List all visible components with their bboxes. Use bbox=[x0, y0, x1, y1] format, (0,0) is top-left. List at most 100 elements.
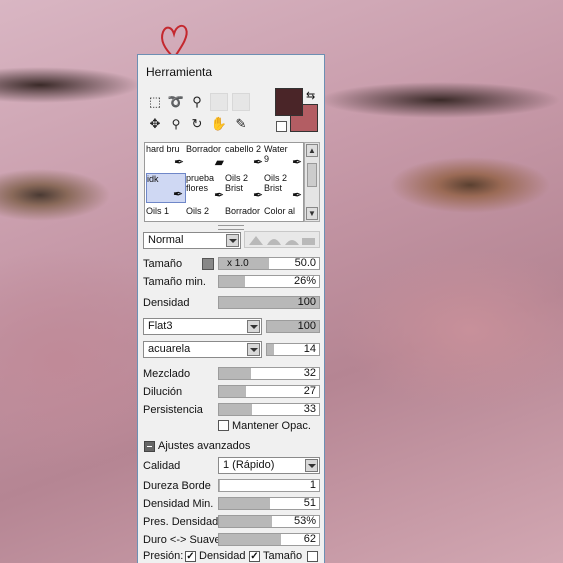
min-size-slider[interactable]: 26% bbox=[218, 275, 320, 288]
brush-shape-icons bbox=[249, 236, 315, 245]
brush-cell[interactable]: prueba flores ✒ bbox=[186, 173, 226, 203]
pressure-extra-checkbox[interactable] bbox=[307, 551, 318, 562]
keep-opacity-label: Mantener Opac. bbox=[232, 420, 311, 432]
empty-tool-slot bbox=[210, 93, 228, 111]
reset-colors-icon[interactable] bbox=[276, 121, 287, 132]
chevron-down-icon bbox=[247, 343, 260, 356]
blend-mode-value: Normal bbox=[148, 234, 184, 246]
brush-label: Water 9 bbox=[264, 144, 288, 164]
brush-icon: ✒ bbox=[213, 188, 224, 202]
mixing-label: Mezclado bbox=[143, 368, 191, 380]
brush-cell[interactable]: cabello 2 ✒ bbox=[225, 144, 265, 170]
brush-cell[interactable]: Color al bbox=[264, 206, 304, 220]
edge-hardness-value: 1 bbox=[309, 479, 316, 491]
edge-hardness-slider[interactable]: 1 bbox=[218, 479, 320, 492]
main-color-swatch[interactable] bbox=[275, 88, 303, 116]
keep-opacity-checkbox[interactable] bbox=[218, 420, 229, 431]
min-density-slider[interactable]: 51 bbox=[218, 497, 320, 510]
dilution-value: 27 bbox=[303, 385, 316, 397]
pressure-density-checkbox[interactable]: ✓ bbox=[185, 551, 196, 562]
tool-panel: Herramienta ⬚ ➰ ⚲ ✥ ⚲ ↻ ✋ ✎ ⇆ hard bru ✒ … bbox=[137, 54, 325, 563]
brush-label: Borrador bbox=[186, 144, 222, 154]
size-value: 50.0 bbox=[294, 257, 316, 269]
brush-cell[interactable]: Oils 2 Brist ✒ bbox=[225, 173, 265, 203]
quality-select[interactable]: 1 (Rápido) bbox=[218, 457, 320, 474]
quality-value: 1 (Rápido) bbox=[223, 459, 275, 471]
brush-label: Oils 1 bbox=[146, 206, 170, 216]
blend-mode-select[interactable]: Normal bbox=[143, 232, 241, 249]
brush-scrollbar[interactable]: ▲ ▼ bbox=[304, 142, 320, 222]
brush-label: Oils 2 Brist bbox=[264, 173, 288, 193]
empty-tool-slot bbox=[232, 93, 250, 111]
paper-select[interactable]: acuarela bbox=[143, 341, 262, 358]
brush-cell[interactable]: Borrador ▰ bbox=[186, 144, 226, 170]
pressure-size-checkbox[interactable]: ✓ bbox=[249, 551, 260, 562]
hard-soft-value: 62 bbox=[303, 533, 316, 545]
texture-select[interactable]: Flat3 bbox=[143, 318, 262, 335]
brush-cell[interactable]: Oils 1 bbox=[146, 206, 186, 220]
brush-icon: ✒ bbox=[173, 155, 184, 169]
lasso-icon[interactable]: ➰ bbox=[167, 93, 185, 111]
scroll-thumb[interactable] bbox=[307, 163, 317, 187]
paper-name: acuarela bbox=[148, 343, 191, 355]
brush-label: cabello 2 bbox=[225, 144, 262, 154]
min-size-label: Tamaño min. bbox=[143, 276, 206, 288]
brush-icon: ✒ bbox=[252, 155, 263, 169]
hard-soft-slider[interactable]: 62 bbox=[218, 533, 320, 546]
magic-wand-icon[interactable]: ⚲ bbox=[188, 93, 206, 111]
brush-cell[interactable]: Oils 2 Brist ✒ bbox=[264, 173, 304, 203]
scroll-up-icon[interactable]: ▲ bbox=[306, 144, 318, 157]
brush-label: Oils 2 bbox=[186, 206, 210, 216]
texture-strength-slider[interactable]: 100 bbox=[266, 320, 320, 333]
brush-label: idk bbox=[147, 174, 159, 184]
density-label: Densidad bbox=[143, 297, 190, 309]
scroll-down-icon[interactable]: ▼ bbox=[306, 207, 318, 220]
size-multiplier-toggle[interactable] bbox=[202, 258, 214, 270]
brush-icon: ✒ bbox=[252, 188, 263, 202]
swap-colors-icon[interactable]: ⇆ bbox=[306, 89, 315, 102]
panel-title: Herramienta bbox=[146, 65, 213, 79]
pressure-label: Presión: bbox=[143, 550, 184, 562]
select-rect-icon[interactable]: ⬚ bbox=[146, 93, 164, 111]
paper-strength-slider[interactable]: 14 bbox=[266, 343, 320, 356]
brush-cell[interactable]: Borrador bbox=[225, 206, 265, 220]
min-density-value: 51 bbox=[303, 497, 316, 509]
density-slider[interactable]: 100 bbox=[218, 296, 320, 309]
brush-cell-selected[interactable]: idk ✒ bbox=[146, 173, 186, 203]
pressure-size-chk-label: Tamaño bbox=[263, 550, 303, 562]
edge-hardness-label: Dureza Borde bbox=[143, 480, 211, 492]
chevron-down-icon bbox=[247, 320, 260, 333]
chevron-down-icon bbox=[305, 459, 318, 472]
persistence-label: Persistencia bbox=[143, 404, 203, 416]
size-label: Tamaño bbox=[143, 258, 183, 270]
mixing-value: 32 bbox=[303, 367, 316, 379]
brush-cell[interactable]: hard bru ✒ bbox=[146, 144, 186, 170]
brush-icon: ✒ bbox=[291, 155, 302, 169]
zoom-icon[interactable]: ⚲ bbox=[167, 115, 185, 133]
brush-cell[interactable]: Water 9 ✒ bbox=[264, 144, 304, 170]
move-icon[interactable]: ✥ bbox=[146, 115, 164, 133]
brush-label: hard bru bbox=[146, 144, 180, 154]
density-value: 100 bbox=[297, 296, 316, 308]
eyedropper-icon[interactable]: ✎ bbox=[232, 115, 250, 133]
persistence-value: 33 bbox=[303, 403, 316, 415]
mixing-slider[interactable]: 32 bbox=[218, 367, 320, 380]
min-density-label: Densidad Min. bbox=[143, 498, 214, 510]
chevron-down-icon bbox=[226, 234, 239, 247]
collapse-icon[interactable] bbox=[144, 441, 155, 452]
persistence-slider[interactable]: 33 bbox=[218, 403, 320, 416]
size-multiplier: x 1.0 bbox=[227, 258, 249, 269]
texture-value: 100 bbox=[297, 320, 316, 332]
dilution-label: Dilución bbox=[143, 386, 183, 398]
size-slider[interactable]: x 1.0 50.0 bbox=[218, 257, 320, 270]
panel-resize-grip[interactable] bbox=[218, 225, 244, 230]
hand-icon[interactable]: ✋ bbox=[210, 115, 228, 133]
advanced-settings-header[interactable]: Ajustes avanzados bbox=[158, 440, 250, 452]
rotate-icon[interactable]: ↻ bbox=[188, 115, 206, 133]
eraser-icon: ▰ bbox=[214, 155, 224, 169]
brush-cell[interactable]: Oils 2 bbox=[186, 206, 226, 220]
brush-label: Oils 2 Brist bbox=[225, 173, 249, 193]
pressure-density-slider[interactable]: 53% bbox=[218, 515, 320, 528]
texture-name: Flat3 bbox=[148, 320, 173, 332]
dilution-slider[interactable]: 27 bbox=[218, 385, 320, 398]
